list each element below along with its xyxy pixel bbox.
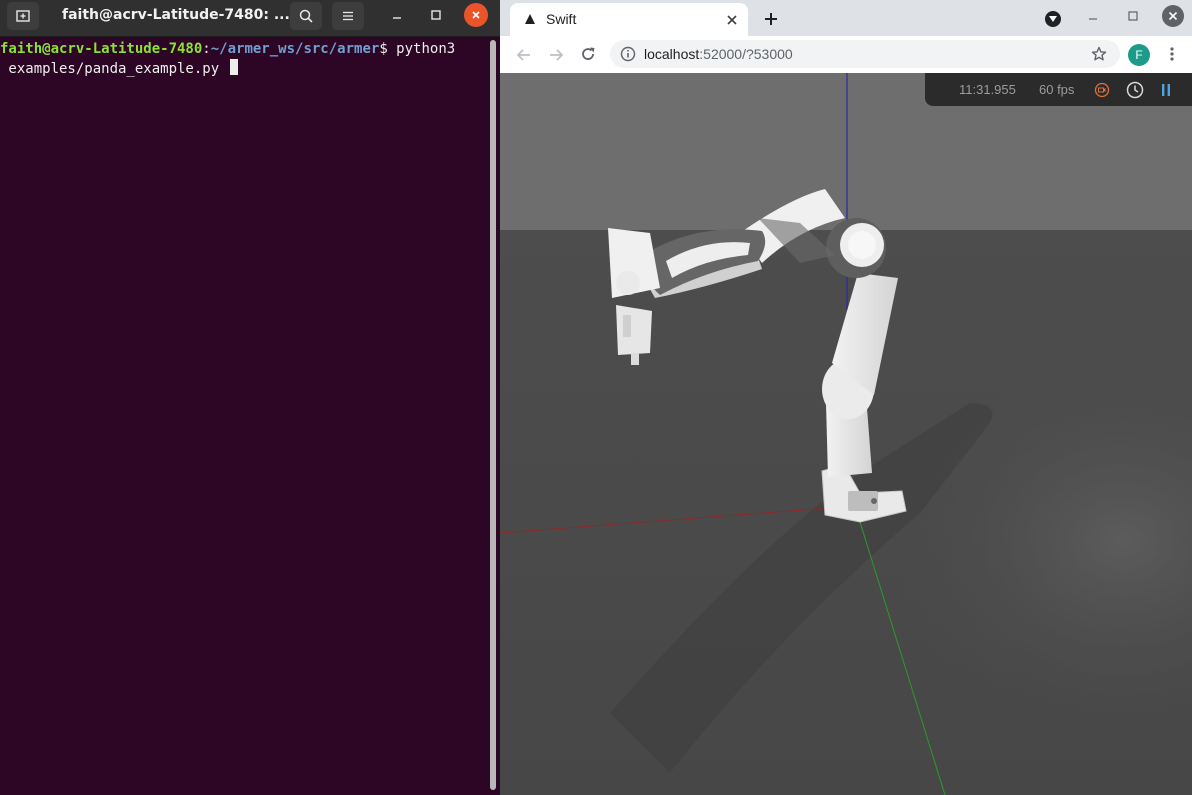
- new-tab-icon: [16, 10, 30, 22]
- prompt-path: ~/armer_ws/src/armer: [210, 41, 380, 57]
- tab-search-button[interactable]: [1045, 11, 1061, 27]
- url-host: localhost: [644, 46, 700, 62]
- search-icon: [299, 9, 313, 23]
- command-text-line2: examples/panda_example.py: [0, 61, 228, 77]
- terminal-close-button[interactable]: [464, 3, 488, 27]
- reload-button[interactable]: [578, 44, 598, 64]
- hamburger-menu-icon: [343, 11, 353, 21]
- record-icon: [1094, 82, 1110, 98]
- terminal-output[interactable]: faith@acrv-Latitude-7480:~/armer_ws/src/…: [0, 39, 488, 79]
- search-button[interactable]: [290, 2, 322, 30]
- close-icon: [472, 11, 480, 19]
- terminal-title: faith@acrv-Latitude-7480: ...: [62, 7, 290, 23]
- browser-close-button[interactable]: [1162, 5, 1184, 27]
- tab-title: Swift: [546, 11, 577, 27]
- browser-toolbar: localhost:52000/?53000 F: [500, 36, 1192, 74]
- pause-button[interactable]: [1157, 81, 1175, 99]
- record-button[interactable]: [1093, 81, 1111, 99]
- swift-favicon-icon: [525, 14, 535, 24]
- clock-icon: [1126, 81, 1144, 99]
- menu-button[interactable]: [332, 2, 364, 30]
- time-button[interactable]: [1125, 80, 1145, 100]
- terminal-minimize-button[interactable]: [386, 5, 408, 25]
- prompt-symbol: $: [379, 41, 388, 57]
- forward-button[interactable]: [546, 45, 566, 65]
- chevron-down-icon: [1049, 16, 1057, 22]
- terminal-window: faith@acrv-Latitude-7480: ... faith@acrv…: [0, 0, 500, 795]
- new-tab-button[interactable]: [7, 2, 39, 30]
- star-icon: [1091, 46, 1107, 61]
- reload-icon: [582, 47, 595, 60]
- prompt-user: faith@acrv-Latitude-7480: [0, 41, 203, 57]
- bookmark-button[interactable]: [1089, 44, 1109, 64]
- browser-maximize-button[interactable]: [1125, 8, 1141, 24]
- terminal-maximize-button[interactable]: [425, 5, 447, 25]
- url-text: localhost:52000/?53000: [644, 40, 793, 68]
- prompt-separator: :: [202, 41, 211, 57]
- plus-icon: [765, 13, 777, 25]
- maximize-icon: [1128, 11, 1138, 21]
- minimize-icon: [1089, 18, 1097, 20]
- address-bar[interactable]: localhost:52000/?53000: [610, 40, 1120, 68]
- tab-close-button[interactable]: [724, 12, 740, 28]
- swift-stats-panel: 11:31.955 60 fps: [925, 73, 1192, 106]
- tab-swift[interactable]: Swift: [510, 3, 748, 36]
- back-button[interactable]: [514, 45, 534, 65]
- info-icon[interactable]: [620, 46, 636, 62]
- profile-avatar[interactable]: F: [1128, 44, 1150, 66]
- browser-menu-button[interactable]: [1164, 44, 1180, 64]
- new-tab-button[interactable]: [762, 10, 780, 28]
- arrow-left-icon: [516, 49, 530, 61]
- url-path: :52000/?53000: [699, 46, 793, 62]
- command-text-line1: python3: [387, 41, 456, 57]
- sim-time-readout: 11:31.955: [959, 82, 1016, 97]
- browser-minimize-button[interactable]: [1085, 10, 1101, 26]
- swift-3d-viewport[interactable]: 11:31.955 60 fps: [500, 73, 1192, 795]
- tab-strip: Swift: [500, 0, 1192, 36]
- kebab-menu-icon: [1170, 47, 1174, 61]
- maximize-icon: [431, 10, 441, 20]
- text-cursor: [229, 59, 238, 75]
- terminal-header-bar: faith@acrv-Latitude-7480: ...: [0, 0, 500, 37]
- fps-readout: 60 fps: [1039, 82, 1075, 97]
- minimize-icon: [393, 17, 401, 19]
- terminal-scrollbar[interactable]: [490, 40, 496, 790]
- close-icon: [1168, 11, 1178, 21]
- arrow-right-icon: [550, 49, 564, 61]
- close-icon: [727, 15, 737, 25]
- robot-scene[interactable]: [500, 73, 1192, 795]
- pause-icon: [1162, 84, 1170, 96]
- browser-window: Swift localhost:52000/?53000 F 11:31.955…: [500, 0, 1192, 795]
